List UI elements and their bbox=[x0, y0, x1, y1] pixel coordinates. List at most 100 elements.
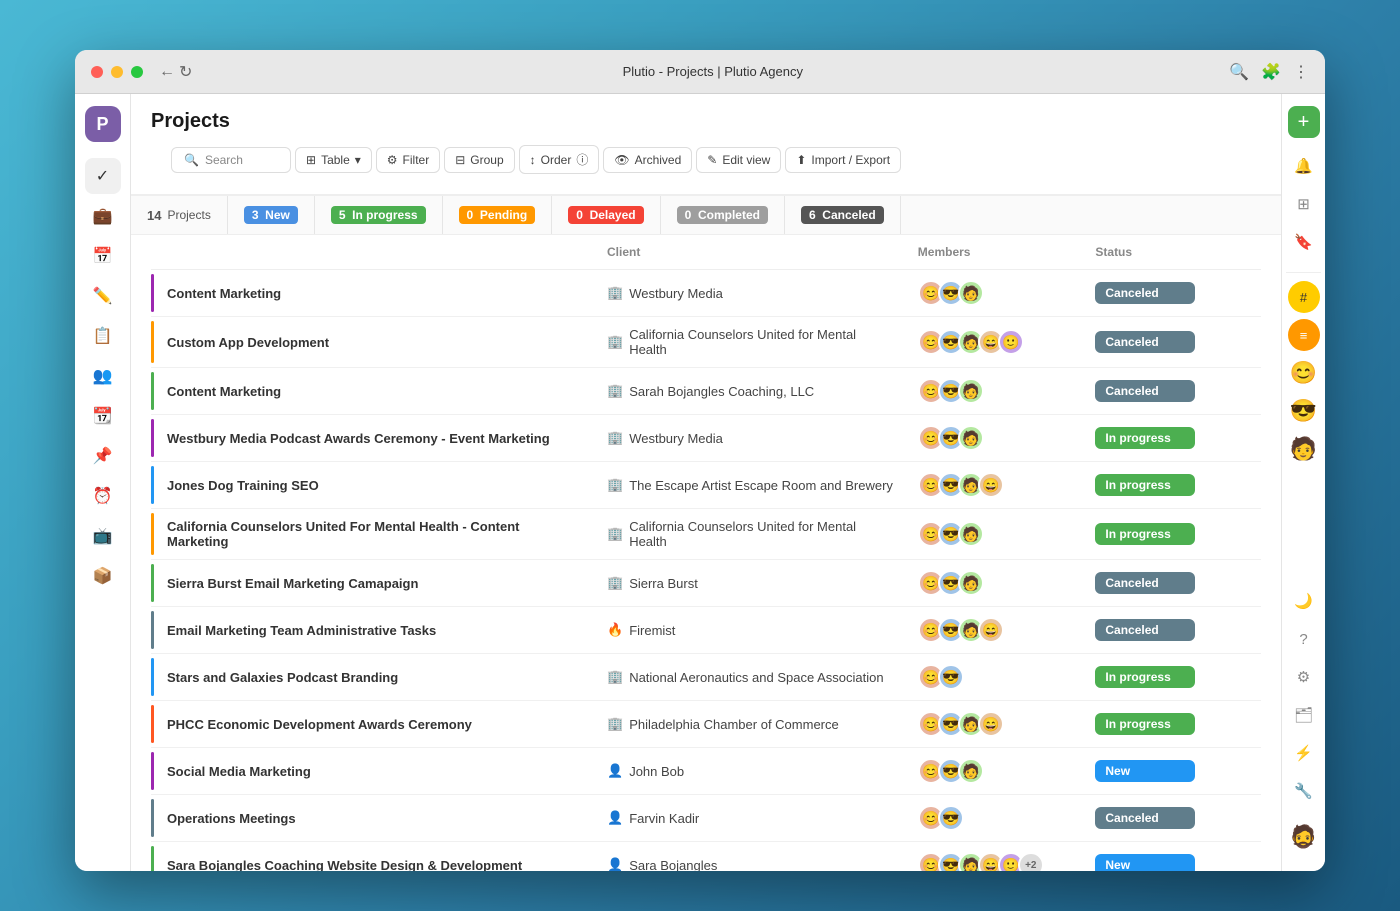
client-name[interactable]: Sarah Bojangles Coaching, LLC bbox=[629, 384, 814, 399]
table-row: PHCC Economic Development Awards Ceremon… bbox=[151, 701, 1261, 748]
status-select[interactable]: CanceledNewIn progressPendingDelayedComp… bbox=[1095, 282, 1195, 304]
project-name-text[interactable]: PHCC Economic Development Awards Ceremon… bbox=[167, 717, 472, 732]
client-name[interactable]: California Counselors United for Mental … bbox=[629, 327, 894, 357]
status-select[interactable]: In progressNewPendingDelayedCompletedCan… bbox=[1095, 523, 1195, 545]
search-icon[interactable]: 🔍 bbox=[1229, 62, 1249, 82]
sidebar-item-box[interactable]: 📦 bbox=[85, 558, 121, 594]
client-cell: 🏢Sierra Burst bbox=[595, 560, 906, 607]
rs-notification-icon[interactable]: 🔔 bbox=[1288, 150, 1320, 182]
sidebar-item-pin[interactable]: 📌 bbox=[85, 438, 121, 474]
client-name[interactable]: Philadelphia Chamber of Commerce bbox=[629, 717, 839, 732]
edit-view-button[interactable]: ✎ Edit view bbox=[696, 147, 781, 173]
edit-icon: ✎ bbox=[707, 153, 717, 167]
rs-storage-icon[interactable]: 🗂 bbox=[1288, 699, 1320, 731]
project-name-text[interactable]: Content Marketing bbox=[167, 286, 281, 301]
project-name-text[interactable]: Sierra Burst Email Marketing Camapaign bbox=[167, 576, 418, 591]
extensions-icon[interactable]: 🧩 bbox=[1261, 62, 1281, 82]
refresh-button[interactable]: ↻ bbox=[179, 62, 192, 82]
status-select[interactable]: CanceledNewIn progressPendingDelayedComp… bbox=[1095, 331, 1195, 353]
status-select[interactable]: CanceledNewIn progressPendingDelayedComp… bbox=[1095, 619, 1195, 641]
project-name-text[interactable]: Sara Bojangles Coaching Website Design &… bbox=[167, 858, 522, 872]
status-select[interactable]: In progressNewPendingDelayedCompletedCan… bbox=[1095, 713, 1195, 735]
maximize-button[interactable] bbox=[131, 66, 143, 78]
rs-avatar-2[interactable]: 😎 bbox=[1288, 395, 1320, 427]
avatar: 😄 bbox=[978, 472, 1004, 498]
client-cell: 🏢National Aeronautics and Space Associat… bbox=[595, 654, 906, 701]
project-name-text[interactable]: Social Media Marketing bbox=[167, 764, 311, 779]
status-select[interactable]: CanceledNewIn progressPendingDelayedComp… bbox=[1095, 807, 1195, 829]
archived-button[interactable]: 👁 Archived bbox=[603, 147, 692, 173]
status-select[interactable]: CanceledNewIn progressPendingDelayedComp… bbox=[1095, 572, 1195, 594]
sidebar-item-projects[interactable]: 💼 bbox=[85, 198, 121, 234]
client-name[interactable]: The Escape Artist Escape Room and Brewer… bbox=[629, 478, 893, 493]
client-cell: 🏢Philadelphia Chamber of Commerce bbox=[595, 701, 906, 748]
sidebar-item-people[interactable]: 👥 bbox=[85, 358, 121, 394]
table-row: Email Marketing Team Administrative Task… bbox=[151, 607, 1261, 654]
rs-help-icon[interactable]: ? bbox=[1288, 623, 1320, 655]
search-input[interactable]: 🔍 Search bbox=[171, 147, 291, 173]
client-cell: 🏢California Counselors United for Mental… bbox=[595, 509, 906, 560]
client-name[interactable]: National Aeronautics and Space Associati… bbox=[629, 670, 883, 685]
rs-bookmark-icon[interactable]: 🔖 bbox=[1288, 226, 1320, 258]
rs-lightning-icon[interactable]: ⚡ bbox=[1288, 737, 1320, 769]
rs-grid-icon[interactable]: ⊞ bbox=[1288, 188, 1320, 220]
info-icon: ⓘ bbox=[576, 151, 588, 168]
status-select[interactable]: NewIn progressPendingDelayedCompletedCan… bbox=[1095, 760, 1195, 782]
project-name-text[interactable]: Jones Dog Training SEO bbox=[167, 478, 319, 493]
status-select[interactable]: NewIn progressPendingDelayedCompletedCan… bbox=[1095, 854, 1195, 871]
table-button[interactable]: ⊞ Table ▾ bbox=[295, 147, 372, 173]
project-name-text[interactable]: Email Marketing Team Administrative Task… bbox=[167, 623, 436, 638]
project-name-text[interactable]: Stars and Galaxies Podcast Branding bbox=[167, 670, 398, 685]
client-name[interactable]: California Counselors United for Mental … bbox=[629, 519, 894, 549]
client-name[interactable]: Firemist bbox=[629, 623, 675, 638]
sidebar-item-docs[interactable]: 📋 bbox=[85, 318, 121, 354]
client-name[interactable]: Sara Bojangles bbox=[629, 858, 717, 872]
sidebar-item-tv[interactable]: 📺 bbox=[85, 518, 121, 554]
client-name[interactable]: Sierra Burst bbox=[629, 576, 698, 591]
rs-settings-icon[interactable]: ⚙ bbox=[1288, 661, 1320, 693]
members-cell: 😊😎🧑😄 bbox=[906, 462, 1084, 509]
order-button[interactable]: ↕ Order ⓘ bbox=[519, 145, 600, 174]
import-export-button[interactable]: ⬆ Import / Export bbox=[785, 147, 901, 173]
status-select[interactable]: CanceledNewIn progressPendingDelayedComp… bbox=[1095, 380, 1195, 402]
filter-button[interactable]: ⚙ Filter bbox=[376, 147, 440, 173]
project-name-text[interactable]: Custom App Development bbox=[167, 335, 329, 350]
back-button[interactable]: ← bbox=[159, 63, 175, 81]
project-name-cell: Stars and Galaxies Podcast Branding bbox=[151, 654, 595, 701]
rs-avatar-1[interactable]: 😊 bbox=[1288, 357, 1320, 389]
status-select[interactable]: In progressNewPendingDelayedCompletedCan… bbox=[1095, 474, 1195, 496]
app-logo[interactable]: P bbox=[85, 106, 121, 142]
rs-moon-icon[interactable]: 🌙 bbox=[1288, 585, 1320, 617]
project-name-text[interactable]: Operations Meetings bbox=[167, 811, 296, 826]
rs-tag-icon[interactable]: ≡ bbox=[1288, 319, 1320, 351]
row-indicator bbox=[151, 846, 154, 871]
project-name-text[interactable]: Content Marketing bbox=[167, 384, 281, 399]
client-cell: 🏢Westbury Media bbox=[595, 270, 906, 317]
status-cell: In progressNewPendingDelayedCompletedCan… bbox=[1083, 654, 1261, 701]
rs-cog-icon[interactable]: 🔧 bbox=[1288, 775, 1320, 807]
sidebar-item-calendar[interactable]: 📆 bbox=[85, 398, 121, 434]
client-name[interactable]: Westbury Media bbox=[629, 431, 723, 446]
sidebar-item-pen[interactable]: ✏️ bbox=[85, 278, 121, 314]
rs-hashtag-icon[interactable]: # bbox=[1288, 281, 1320, 313]
sidebar-item-clock[interactable]: ⏰ bbox=[85, 478, 121, 514]
close-button[interactable] bbox=[91, 66, 103, 78]
status-select[interactable]: In progressNewPendingDelayedCompletedCan… bbox=[1095, 666, 1195, 688]
rs-avatar-3[interactable]: 🧑 bbox=[1288, 433, 1320, 465]
menu-icon[interactable]: ⋮ bbox=[1293, 62, 1309, 82]
minimize-button[interactable] bbox=[111, 66, 123, 78]
project-name-text[interactable]: Westbury Media Podcast Awards Ceremony -… bbox=[167, 431, 550, 446]
sidebar-item-time[interactable]: 📅 bbox=[85, 238, 121, 274]
rs-add-button[interactable]: + bbox=[1288, 106, 1320, 138]
project-name-text[interactable]: California Counselors United For Mental … bbox=[167, 519, 519, 549]
client-name[interactable]: John Bob bbox=[629, 764, 684, 779]
sidebar-item-tasks[interactable]: ✓ bbox=[85, 158, 121, 194]
status-select[interactable]: In progressNewPendingDelayedCompletedCan… bbox=[1095, 427, 1195, 449]
avatar: 😄 bbox=[978, 711, 1004, 737]
group-button[interactable]: ⊟ Group bbox=[444, 147, 514, 173]
client-name[interactable]: Westbury Media bbox=[629, 286, 723, 301]
client-name[interactable]: Farvin Kadir bbox=[629, 811, 699, 826]
rs-user-avatar[interactable]: 🧔 bbox=[1288, 821, 1320, 853]
search-label: Search bbox=[205, 153, 243, 167]
total-stat: 14 Projects bbox=[131, 196, 228, 234]
